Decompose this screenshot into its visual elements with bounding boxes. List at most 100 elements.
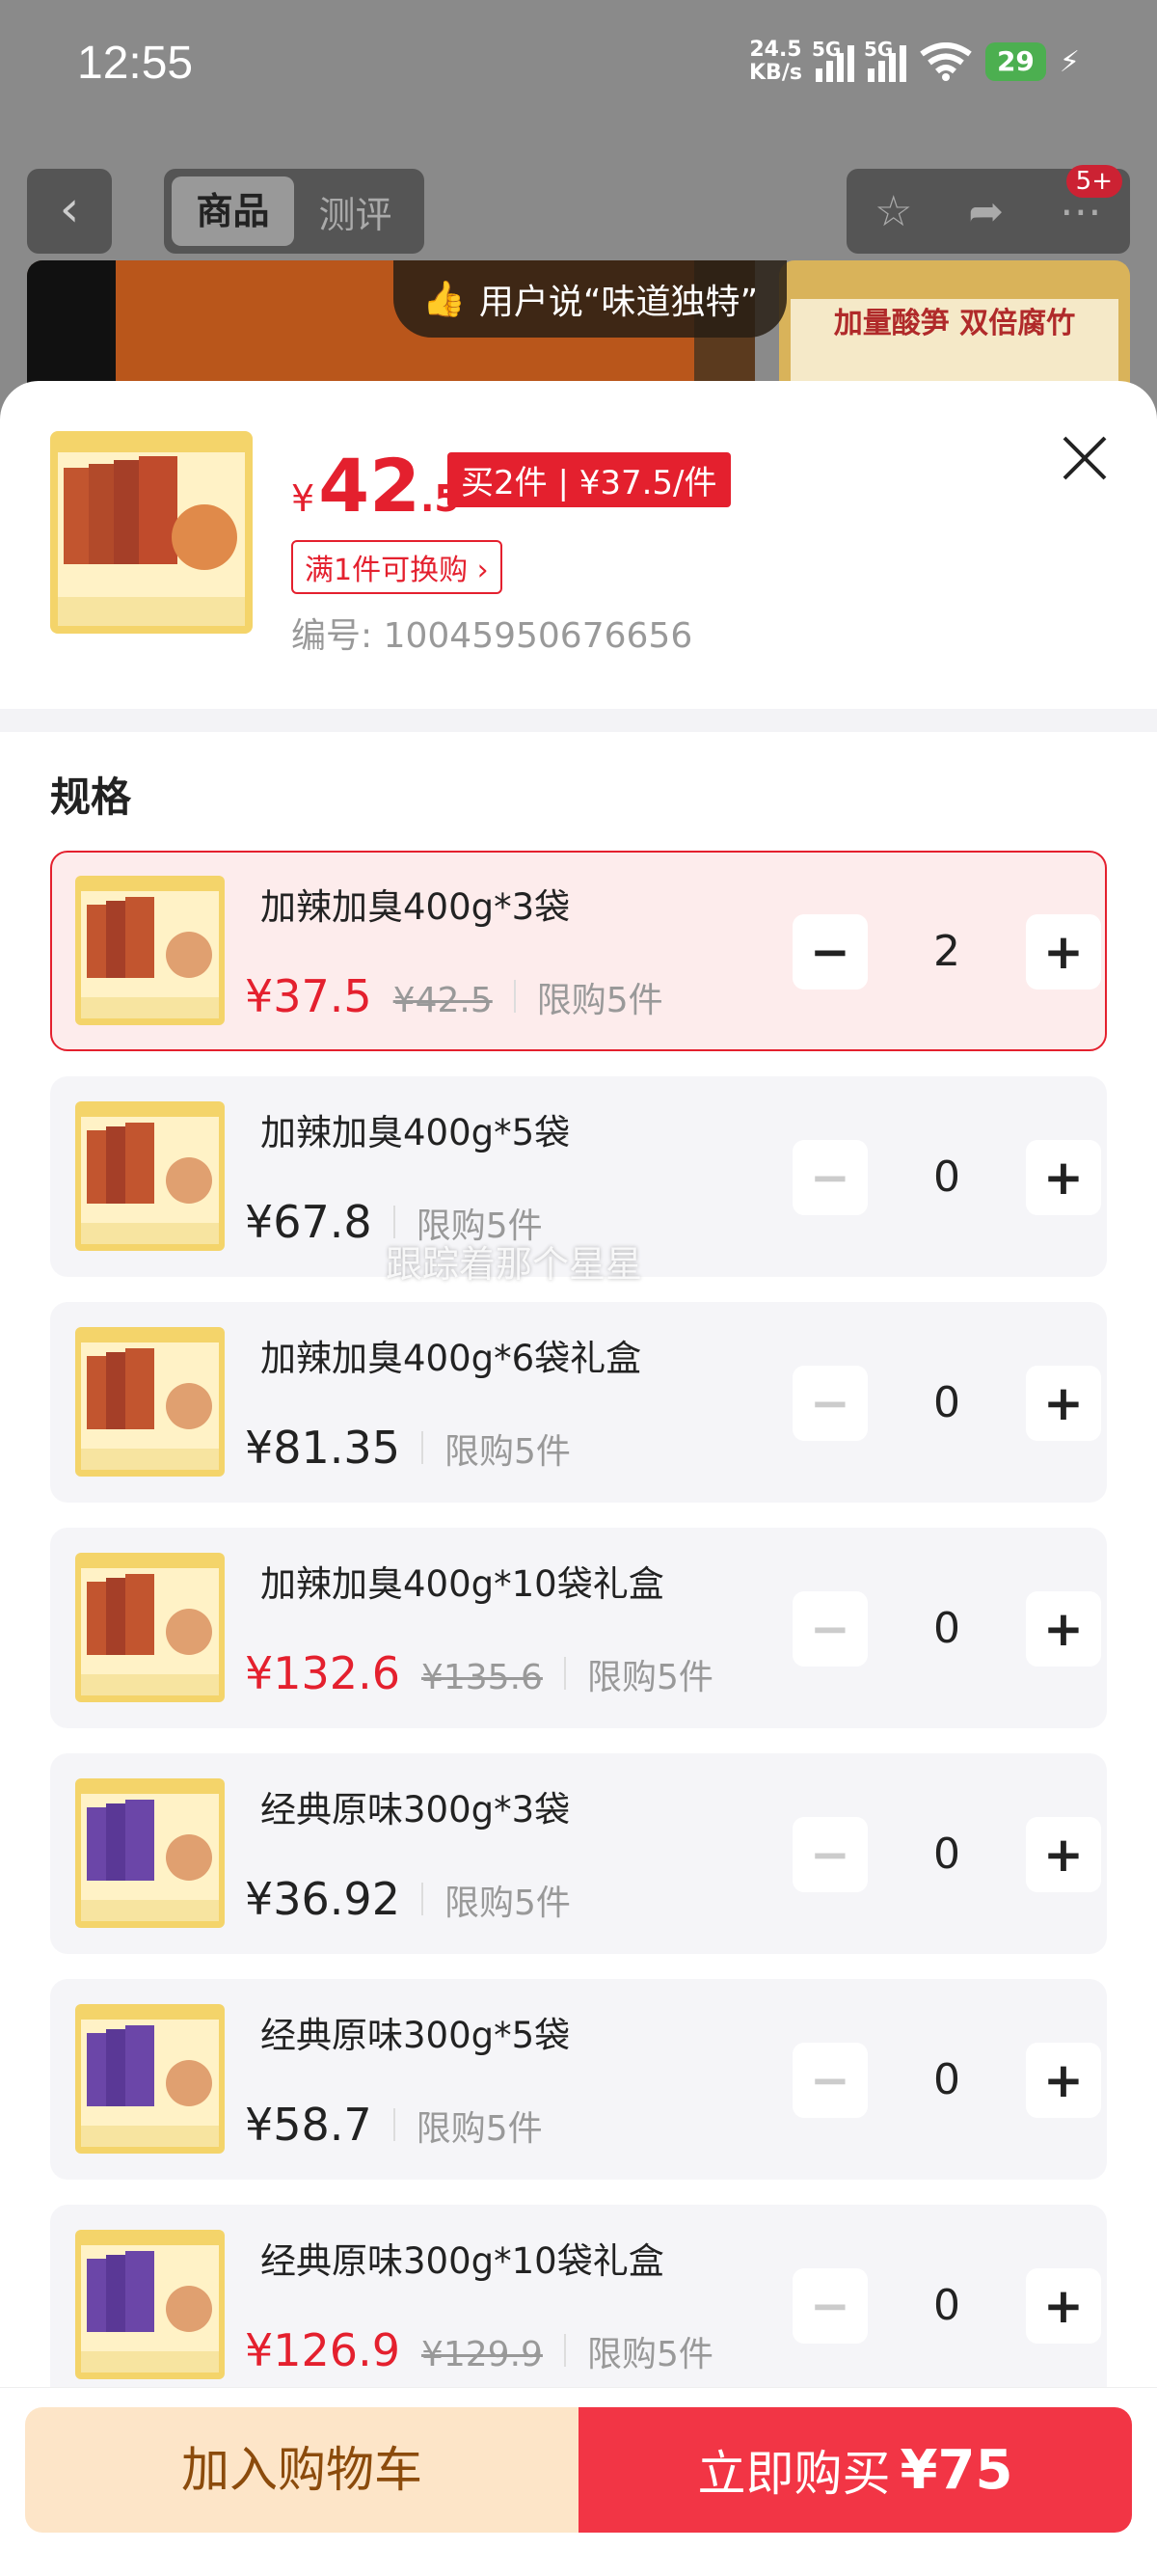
status-bar: 12:55 24.5 KB/s 5G 5G 29 ⚡ — [0, 0, 1157, 135]
option-original-price: ¥135.6 — [420, 1658, 543, 1697]
minus-icon[interactable]: − — [793, 1817, 868, 1892]
status-indicators: 24.5 KB/s 5G 5G 29 ⚡ — [749, 38, 1080, 85]
option-original-price: ¥129.9 — [420, 2335, 543, 2374]
minus-icon[interactable]: − — [793, 1366, 868, 1441]
option-price-row: ¥36.92 限购5件 — [245, 1873, 571, 1925]
sku-selector-sheet: ¥ 42 .5 买2件 | ¥37.5/件 满1件可换购 › 编号: 10045… — [0, 381, 1157, 2575]
minus-icon[interactable]: − — [793, 2043, 868, 2118]
plus-icon[interactable]: + — [1026, 1817, 1101, 1892]
plus-icon[interactable]: + — [1026, 2268, 1101, 2344]
option-price: ¥36.92 — [245, 1873, 400, 1925]
option-name: 加辣加臭400g*6袋礼盒 — [260, 1338, 642, 1379]
quantity-stepper: −2 + — [793, 914, 1101, 990]
option-price-row: ¥81.35 限购5件 — [245, 1422, 571, 1474]
close-icon[interactable] — [1051, 424, 1118, 492]
spec-option[interactable]: 加辣加臭400g*3袋 ¥37.5 ¥42.5 限购5件 −2 + — [50, 851, 1107, 1051]
plus-icon[interactable]: + — [1026, 1140, 1101, 1215]
quantity-value[interactable]: 0 — [868, 2268, 1026, 2344]
option-price: ¥126.9 — [245, 2324, 400, 2376]
quantity-value[interactable]: 0 — [868, 2043, 1026, 2118]
status-time: 12:55 — [77, 38, 194, 89]
action-group: ☆ ➦ ⋯ 5+ — [847, 165, 1130, 254]
tab-review[interactable]: 测评 — [294, 185, 417, 238]
price-separator — [392, 2108, 395, 2141]
net-speed: 24.5 KB/s — [749, 38, 802, 85]
option-price-row: ¥126.9 ¥129.9 限购5件 — [245, 2324, 713, 2376]
battery-indicator: 29 — [984, 42, 1046, 81]
wifi-icon — [920, 42, 972, 81]
option-name: 加辣加臭400g*3袋 — [260, 886, 571, 928]
review-ribbon: 👍 用户说“味道独特” — [393, 260, 788, 338]
price-separator — [392, 1206, 395, 1238]
share-icon[interactable]: ➦ — [968, 187, 1004, 236]
option-name: 加辣加臭400g*5袋 — [260, 1112, 571, 1153]
quantity-value[interactable]: 0 — [868, 1140, 1026, 1215]
option-thumbnail — [75, 1553, 225, 1702]
quantity-value[interactable]: 2 — [868, 914, 1026, 990]
spec-option[interactable]: 经典原味300g*3袋 ¥36.92 限购5件 −0 + — [50, 1753, 1107, 1954]
spec-option[interactable]: 经典原味300g*5袋 ¥58.7 限购5件 −0 + — [50, 1979, 1107, 2180]
spec-title: 规格 — [50, 773, 132, 821]
price-separator — [563, 1657, 566, 1690]
option-thumbnail — [75, 876, 225, 1025]
product-banner: 加量酸笋 双倍腐竹 👍 用户说“味道独特” — [27, 260, 1130, 386]
option-limit: 限购5件 — [586, 2335, 713, 2374]
minus-icon[interactable]: − — [793, 2268, 868, 2344]
charging-icon: ⚡ — [1059, 44, 1080, 79]
price-separator — [513, 980, 516, 1013]
price-separator — [420, 1883, 423, 1915]
option-price: ¥58.7 — [245, 2099, 372, 2151]
option-limit: 限购5件 — [536, 981, 663, 1020]
watermark: 跟踪着那个星星 — [386, 1243, 643, 1286]
option-name: 经典原味300g*5袋 — [260, 2015, 571, 2056]
back-icon: ‹ — [59, 180, 80, 238]
promo-tag: 买2件 | ¥37.5/件 — [447, 452, 731, 507]
back-button[interactable]: ‹ — [27, 169, 112, 254]
spec-option[interactable]: 经典原味300g*10袋礼盒 ¥126.9 ¥129.9 限购5件 −0 + — [50, 2205, 1107, 2405]
tab-product[interactable]: 商品 — [172, 176, 294, 246]
minus-icon[interactable]: − — [793, 914, 868, 990]
spec-option[interactable]: 加辣加臭400g*6袋礼盒 ¥81.35 限购5件 −0 + — [50, 1302, 1107, 1503]
quantity-stepper: −0 + — [793, 1591, 1101, 1667]
plus-icon[interactable]: + — [1026, 2043, 1101, 2118]
option-thumbnail — [75, 1327, 225, 1477]
option-price: ¥67.8 — [245, 1196, 372, 1248]
section-divider — [0, 709, 1157, 732]
thumb-up-icon: 👍 — [422, 280, 466, 319]
option-price-row: ¥37.5 ¥42.5 限购5件 — [245, 970, 663, 1022]
signal-icon-2: 5G — [864, 38, 906, 82]
quantity-stepper: −0 + — [793, 2043, 1101, 2118]
quantity-stepper: −0 + — [793, 2268, 1101, 2344]
option-limit: 限购5件 — [444, 1432, 571, 1472]
sheet-header: ¥ 42 .5 买2件 | ¥37.5/件 满1件可换购 › 编号: 10045… — [0, 381, 1157, 709]
swap-tag[interactable]: 满1件可换购 › — [291, 540, 502, 594]
quantity-value[interactable]: 0 — [868, 1366, 1026, 1441]
option-name: 加辣加臭400g*10袋礼盒 — [260, 1563, 664, 1605]
add-to-cart-button[interactable]: 加入购物车 — [25, 2407, 578, 2533]
option-thumbnail — [75, 1778, 225, 1928]
chevron-right-icon: › — [476, 554, 489, 587]
buy-now-button[interactable]: 立即购买 ¥75 — [578, 2407, 1132, 2533]
option-original-price: ¥42.5 — [392, 981, 493, 1020]
option-price-row: ¥58.7 限购5件 — [245, 2099, 543, 2151]
option-thumbnail — [75, 1101, 225, 1251]
spec-option[interactable]: 加辣加臭400g*10袋礼盒 ¥132.6 ¥135.6 限购5件 −0 + — [50, 1528, 1107, 1728]
minus-icon[interactable]: − — [793, 1140, 868, 1215]
sku-number: 编号: 10045950676656 — [291, 616, 693, 656]
option-price-row: ¥132.6 ¥135.6 限购5件 — [245, 1647, 713, 1699]
plus-icon[interactable]: + — [1026, 914, 1101, 990]
price-separator — [563, 2334, 566, 2367]
option-thumbnail — [75, 2230, 225, 2379]
quantity-value[interactable]: 0 — [868, 1817, 1026, 1892]
quantity-stepper: −0 + — [793, 1366, 1101, 1441]
star-icon[interactable]: ☆ — [874, 187, 912, 236]
option-name: 经典原味300g*3袋 — [260, 1789, 571, 1830]
minus-icon[interactable]: − — [793, 1591, 868, 1667]
spec-options: 加辣加臭400g*3袋 ¥37.5 ¥42.5 限购5件 −2 + 加辣加臭400g*5袋 ¥… — [0, 851, 1157, 2405]
quantity-value[interactable]: 0 — [868, 1591, 1026, 1667]
message-badge: 5+ — [1065, 165, 1122, 198]
plus-icon[interactable]: + — [1026, 1366, 1101, 1441]
option-limit: 限购5件 — [586, 1658, 713, 1697]
product-thumbnail — [50, 431, 253, 634]
plus-icon[interactable]: + — [1026, 1591, 1101, 1667]
